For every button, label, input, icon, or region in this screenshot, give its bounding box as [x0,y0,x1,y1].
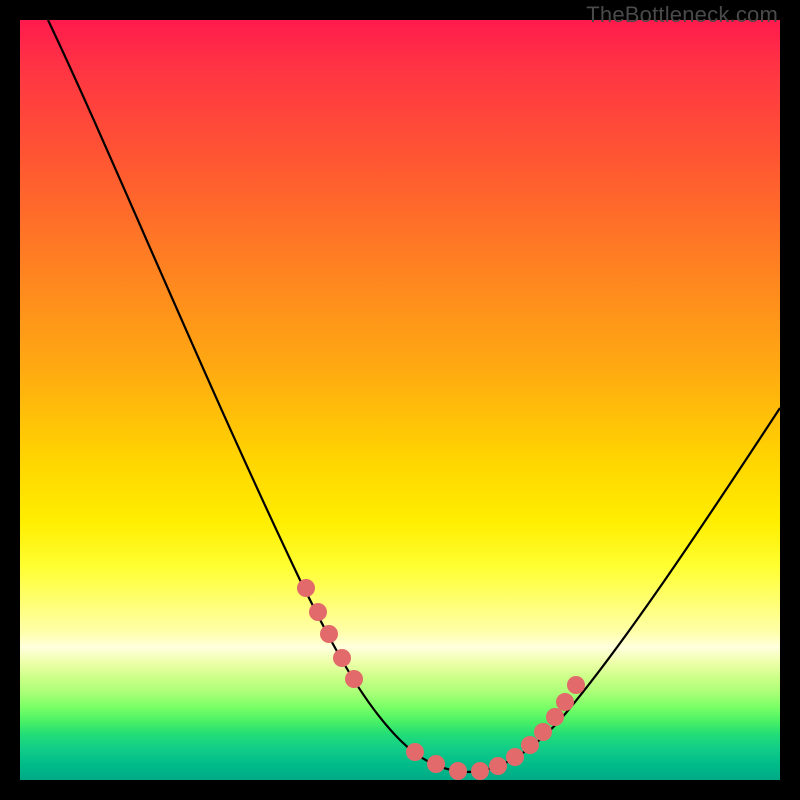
dot-marker [521,736,539,754]
dot-marker [534,723,552,741]
dot-marker [406,743,424,761]
dot-marker [546,708,564,726]
dot-marker [427,755,445,773]
dot-marker [309,603,327,621]
dot-marker [506,748,524,766]
bottleneck-curve-path [48,20,780,772]
plot-area [20,20,780,780]
watermark-text: TheBottleneck.com [586,2,778,28]
highlight-dots-group [297,579,585,780]
dot-marker [333,649,351,667]
curve-svg [20,20,780,780]
dot-marker [297,579,315,597]
dot-marker [471,762,489,780]
dot-marker [567,676,585,694]
dot-marker [320,625,338,643]
dot-marker [345,670,363,688]
dot-marker [449,762,467,780]
chart-frame: TheBottleneck.com [0,0,800,800]
dot-marker [489,757,507,775]
dot-marker [556,693,574,711]
